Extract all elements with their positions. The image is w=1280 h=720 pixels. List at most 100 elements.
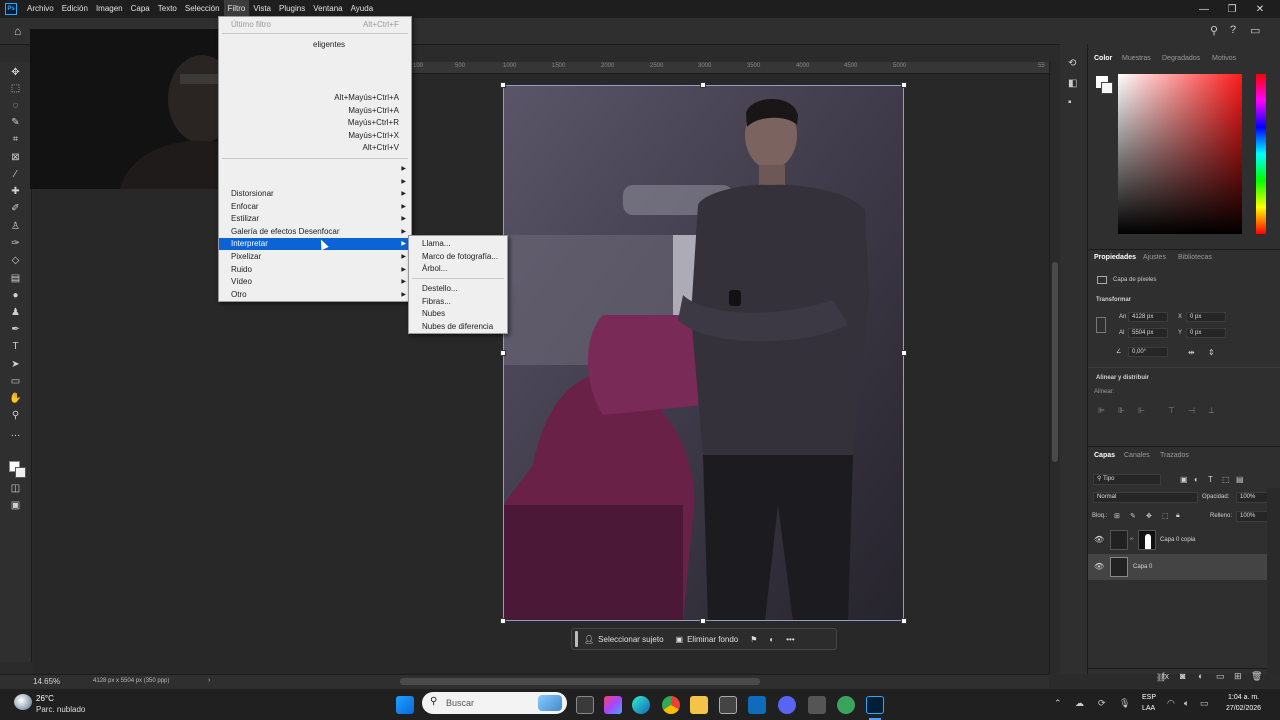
submenu-fibras[interactable]: Fibras... [409,296,507,308]
transform-handle[interactable] [901,82,907,88]
healing-tool-icon[interactable]: ✚ [8,185,23,198]
x-field[interactable]: 0 px [1186,312,1226,322]
menu-item-shortcut-4[interactable]: Mayús+Ctrl+X [219,130,411,142]
comments-icon[interactable]: ▪ [1068,97,1072,108]
menu-item-submenu[interactable]: ▶ [219,163,411,175]
group-icon[interactable]: ▭ [1216,671,1225,682]
flip-horizontal-icon[interactable]: ⇹ [1188,348,1195,357]
tab-capas[interactable]: Capas [1094,452,1115,459]
filter-smart-icon[interactable]: ▤ [1236,475,1244,484]
eyedropper-tool-icon[interactable]: ⁄ [8,168,23,181]
vertical-scrollbar[interactable] [1049,62,1060,674]
tab-propiedades[interactable]: Propiedades [1094,254,1136,261]
transform-handle[interactable] [500,82,506,88]
app-icon[interactable] [837,696,855,714]
filter-shape-icon[interactable]: ⬚ [1222,475,1230,484]
type-tool-icon[interactable]: T [8,340,23,353]
lasso-tool-icon[interactable]: ◌ [8,99,23,112]
transform-handle[interactable] [500,618,506,624]
bg-color-swatch[interactable] [1101,82,1113,94]
menu-item-smart-filters[interactable]: eligentes [219,39,411,51]
menu-capa[interactable]: Capa [127,0,154,18]
menu-item-shortcut-1[interactable]: Alt+Mayús+Ctrl+A [219,92,411,104]
tray-icon[interactable]: ⟳ [1098,698,1106,709]
copilot-icon[interactable] [604,696,622,714]
home-icon[interactable]: ⌂ [14,24,21,38]
file-explorer-icon[interactable] [690,696,708,714]
restore-icon[interactable]: ❐ [1218,0,1246,18]
menu-item-estilizar[interactable]: Estilizar ▶ [219,213,411,225]
frame-tool-icon[interactable]: ⊠ [8,151,23,164]
chevron-up-icon[interactable]: ⌃ [1054,698,1062,709]
stamp-tool-icon[interactable]: ♙ [8,220,23,233]
layers-scrollbar[interactable] [1267,488,1280,674]
move-tool-icon[interactable]: ✥ [8,66,23,79]
properties-icon[interactable]: ◧ [1068,78,1077,89]
menu-imagen[interactable]: Imagen [92,0,127,18]
eye-icon[interactable]: 👁︎ [1094,535,1104,544]
gradient-tool-icon[interactable]: ▤ [8,272,23,285]
more-options-icon[interactable]: ••• [780,628,800,650]
edge-icon[interactable] [632,696,650,714]
menu-item-ruido[interactable]: Ruido ▶ [219,264,411,276]
app-icon[interactable] [808,696,826,714]
menu-item-shortcut-5[interactable]: Alt+Ctrl+V [219,142,411,154]
remove-background-button[interactable]: ▣ Eliminar fondo [670,628,745,650]
blend-mode-select[interactable]: Normal [1093,492,1198,503]
history-brush-icon[interactable]: ✑ [8,237,23,250]
menu-item-pixelizar[interactable]: Pixelizar ▶ [219,251,411,263]
pen-tool-icon[interactable]: ✒ [8,323,23,336]
dodge-tool-icon[interactable]: ♟ [8,306,23,319]
clock-date[interactable]: 27/02/2026 [1226,705,1261,712]
lock-move-icon[interactable]: ✥ [1146,512,1152,520]
transform-handle[interactable] [700,618,706,624]
eraser-tool-icon[interactable]: ◇ [8,254,23,267]
height-field[interactable]: 5504 px [1128,328,1168,338]
menu-item-interpretar[interactable]: Interpretar ▶ [219,238,411,250]
submenu-marco-fotografia[interactable]: Marco de fotografía... [409,251,507,263]
weather-temp[interactable]: 26°C [36,694,54,703]
zoom-tool-icon[interactable]: ⚲ [8,409,23,422]
microphone-icon[interactable]: 🎙︎ [1119,698,1130,709]
help-icon[interactable]: ? [1230,24,1236,36]
path-select-icon[interactable]: ➤ [8,358,23,371]
adjustment-layer-icon[interactable]: ◐ [1198,671,1203,681]
transform-handle[interactable] [700,82,706,88]
menu-item-shortcut-2[interactable]: Mayús+Ctrl+A [219,105,411,117]
store-icon[interactable] [719,696,737,714]
minimize-icon[interactable]: — [1190,0,1218,18]
width-field[interactable]: 4128 px [1128,312,1168,322]
layer-row[interactable]: 👁︎ Capa 0 [1088,554,1267,580]
layer-filter-select[interactable]: ⚲ Tipo [1093,474,1161,485]
align-left-icon[interactable]: ⊫ [1098,406,1105,415]
fx-icon[interactable]: fx [1162,671,1169,681]
tab-motivos[interactable]: Motivos [1212,55,1236,62]
chrome-icon[interactable] [662,696,680,714]
mask-icon[interactable]: ◙ [1180,671,1185,681]
windows-start-icon[interactable] [396,696,414,714]
menu-item-distorsionar[interactable]: Distorsionar ▶ [219,188,411,200]
background-color-swatch[interactable] [15,467,26,478]
taskbar-search-input[interactable]: ⚲ Buscar [422,692,567,714]
menu-texto[interactable]: Texto [154,0,181,18]
shape-tool-icon[interactable]: ▭ [8,375,23,388]
menu-item-otro[interactable]: Otro ▶ [219,289,411,301]
adjust-icon[interactable]: ◐ [763,628,780,650]
crop-tool-icon[interactable]: ⌗ [8,133,23,146]
align-bottom-icon[interactable]: ⊥ [1208,406,1215,415]
select-subject-button[interactable]: 👤︎ Seleccionar sujeto [578,628,670,650]
filter-type-icon[interactable]: T [1208,475,1213,484]
color-field[interactable] [1118,74,1242,234]
link-icon[interactable] [1096,317,1106,333]
hue-slider[interactable] [1256,74,1266,234]
brush-tool-icon[interactable]: ✐ [8,202,23,215]
tab-degradados[interactable]: Degradados [1162,55,1200,62]
align-right-icon[interactable]: ⊩ [1138,406,1145,415]
language-indicator-sub[interactable]: LAA [1142,705,1155,712]
tab-muestras[interactable]: Muestras [1122,55,1151,62]
submenu-destello[interactable]: Destello... [409,283,507,295]
quick-select-tool-icon[interactable]: ✎ [8,116,23,129]
flag-icon[interactable]: ⚑ [744,628,763,650]
filter-pixel-icon[interactable]: ▣ [1180,475,1188,484]
menu-item-submenu[interactable]: ▶ [219,176,411,188]
